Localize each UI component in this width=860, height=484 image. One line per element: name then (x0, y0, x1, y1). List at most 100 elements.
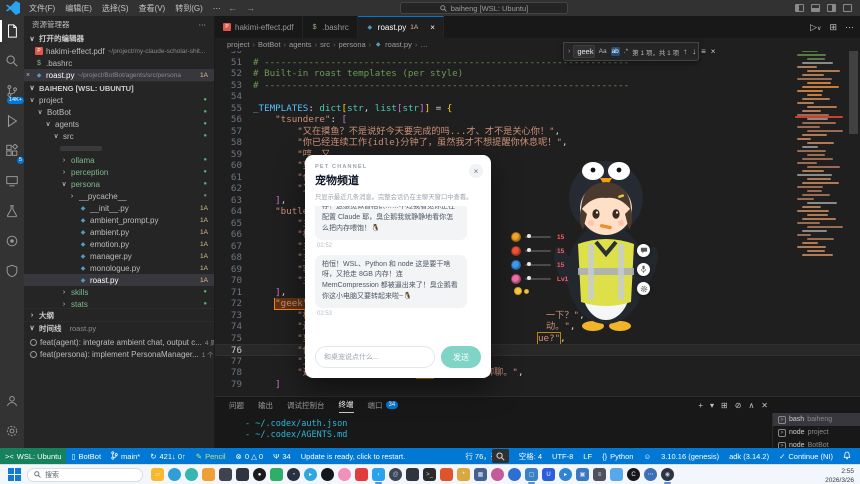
tab-roast.py[interactable]: ◆roast.py1A× (358, 16, 444, 38)
tree-item-hidden[interactable] (24, 142, 214, 154)
tree-item-src[interactable]: ∨src● (24, 130, 214, 142)
pet-chat-button[interactable] (637, 244, 650, 257)
taskbar-app-calculator[interactable]: ▦ (474, 468, 487, 481)
find-previous-icon[interactable]: ↑ (682, 47, 688, 56)
taskbar-app-orange-app[interactable] (440, 468, 453, 481)
taskbar-app-edge-browser[interactable] (168, 468, 181, 481)
open-editor-row[interactable]: Phakimi-effect.pdf~/project/my-claude-sc… (24, 45, 214, 57)
status-item-ports-forwarded[interactable]: Ψ34 (268, 448, 296, 464)
close-icon[interactable]: × (24, 72, 32, 79)
stat-slider[interactable] (525, 250, 551, 252)
tree-item-manager.py[interactable]: ◆manager.py1A (24, 250, 214, 262)
chat-input[interactable]: 和桌宠说点什么... (315, 346, 435, 368)
status-item-git-branch[interactable]: main* (106, 448, 145, 464)
taskbar-app-clock-app[interactable]: ◔ (287, 468, 300, 481)
taskbar-app-gear-app[interactable]: ◉ (661, 468, 674, 481)
search-icon[interactable] (0, 46, 24, 76)
find-input[interactable]: geek (573, 45, 594, 58)
tab-close-icon[interactable]: × (430, 23, 435, 32)
panel-action-icon[interactable]: ⊘ (735, 401, 742, 410)
breadcrumb-item[interactable]: project (227, 40, 250, 49)
ai-assistant-icon[interactable] (0, 226, 24, 256)
panel-tab-终端[interactable]: 终端 (339, 397, 354, 413)
taskbar-app-swoosh-app[interactable] (508, 468, 521, 481)
popup-close-icon[interactable]: × (469, 164, 483, 178)
panel-tab-问题[interactable]: 问题 (229, 397, 244, 413)
tree-item-persona[interactable]: ∨persona● (24, 178, 214, 190)
tree-item-emotion.py[interactable]: ◆emotion.py1A (24, 238, 214, 250)
toggle-sidebar-icon[interactable] (795, 4, 804, 12)
editor-scrollbar[interactable] (849, 46, 858, 134)
taskbar-app-list-app[interactable]: ≡ (593, 468, 606, 481)
menu-item[interactable]: 编辑(E) (60, 4, 97, 13)
taskbar-app-shield-app[interactable]: U (542, 468, 555, 481)
taskbar-app-black-c-app[interactable]: C (627, 468, 640, 481)
status-item-eol[interactable]: LF (578, 448, 597, 464)
taskbar-app-player-app[interactable]: ▸ (559, 468, 572, 481)
status-item-python-interpreter[interactable]: 3.10.16 (genesis) (656, 448, 724, 464)
stat-slider[interactable] (525, 236, 551, 238)
tree-item-skills[interactable]: ›skills● (24, 286, 214, 298)
taskbar-app-photos-app[interactable]: ▣ (576, 468, 589, 481)
taskbar-app-pink-app[interactable] (338, 468, 351, 481)
menu-item[interactable]: 转到(G) (170, 4, 208, 13)
match-case-toggle[interactable]: Aa (598, 47, 608, 56)
taskbar-app-everything-search[interactable] (202, 468, 215, 481)
outline-header[interactable]: › 大纲 (24, 308, 214, 321)
taskbar-app-sparkle-app[interactable]: * (457, 468, 470, 481)
panel-tab-调试控制台[interactable]: 调试控制台 (287, 397, 325, 413)
tree-item-monologue.py[interactable]: ◆monologue.py1A (24, 262, 214, 274)
remote-explorer-icon[interactable] (0, 166, 24, 196)
open-editor-row[interactable]: $.bashrc (24, 57, 214, 69)
timeline-header[interactable]: ∨ 时间线 roast.py (24, 321, 214, 334)
taskbar-app-dots-app[interactable]: ⋯ (644, 468, 657, 481)
breadcrumb-item[interactable]: persona (339, 40, 366, 49)
breadcrumb-item[interactable]: BotBot (258, 40, 281, 49)
status-item-feedback-smiley[interactable]: ☺ (638, 448, 656, 464)
taskbar-app-telegram[interactable]: ▸ (304, 468, 317, 481)
status-item-remote-indicator[interactable]: ><WSL: Ubuntu (0, 448, 66, 464)
taskbar-app-colorful-app[interactable] (491, 468, 504, 481)
run-python-icon[interactable]: ▷∨ (810, 22, 821, 33)
panel-action-icon[interactable]: ∧ (748, 401, 754, 410)
workspace-header[interactable]: ∨ BAIHENG [WSL: UBUNTU] (24, 81, 214, 94)
open-editors-header[interactable]: ∨ 打开的编辑器 (24, 32, 214, 45)
minimap[interactable] (795, 42, 843, 372)
status-item-indentation[interactable]: 空格: 4 (514, 448, 547, 464)
tree-item-ollama[interactable]: ›ollama● (24, 154, 214, 166)
status-item-pencil-extension[interactable]: ✎Pencil (191, 448, 231, 464)
breadcrumb-item[interactable]: src (320, 40, 330, 49)
tree-item-BotBot[interactable]: ∨BotBot● (24, 106, 214, 118)
extensions-icon[interactable]: 5 (0, 136, 24, 166)
taskbar-app-wechat[interactable] (270, 468, 283, 481)
menu-item[interactable]: 查看(V) (134, 4, 171, 13)
toggle-panel-icon[interactable] (811, 4, 820, 12)
taskbar-app-file-explorer[interactable]: ▱ (151, 468, 164, 481)
taskbar-search[interactable]: 搜索 (27, 468, 143, 482)
back-arrow-icon[interactable]: ← (228, 3, 237, 13)
tree-item-perception[interactable]: ›perception● (24, 166, 214, 178)
shield-icon[interactable] (0, 256, 24, 286)
open-editor-row[interactable]: ×◆roast.py~/project/BotBot/agents/src/pe… (24, 69, 214, 81)
stat-icon-energy[interactable] (511, 260, 521, 270)
tree-item-project[interactable]: ∨project● (24, 94, 214, 106)
status-item-problems[interactable]: ⊗0 △ 0 (231, 448, 269, 464)
tab-hakimi-effect.pdf[interactable]: Phakimi-effect.pdf (215, 16, 303, 38)
breadcrumb-item[interactable]: agents (289, 40, 312, 49)
magnifier-overlay[interactable] (492, 449, 509, 463)
sidebar-more-actions-icon[interactable]: ⋯ (199, 20, 207, 29)
panel-action-icon[interactable]: ✕ (761, 401, 768, 410)
taskbar-app-window-app[interactable]: ▢ (525, 468, 538, 481)
settings-gear-icon[interactable] (0, 416, 24, 446)
panel-tab-输出[interactable]: 输出 (258, 397, 273, 413)
taskbar-app-app-dark-4[interactable] (406, 468, 419, 481)
find-close-icon[interactable]: × (710, 47, 717, 56)
nav-arrows[interactable]: ← → (228, 0, 255, 16)
taskbar-app-dev-browser[interactable] (185, 468, 198, 481)
taskbar-clock[interactable]: 2:55 2026/3/26 (825, 467, 854, 484)
tree-item-ambient_prompt.py[interactable]: ◆ambient_prompt.py1A (24, 214, 214, 226)
tree-item-__pycache__[interactable]: ›__pycache__● (24, 190, 214, 202)
taskbar-app-app-dark-1[interactable] (219, 468, 232, 481)
stat-slider[interactable] (525, 264, 551, 266)
customize-layout-icon[interactable] (843, 4, 852, 12)
